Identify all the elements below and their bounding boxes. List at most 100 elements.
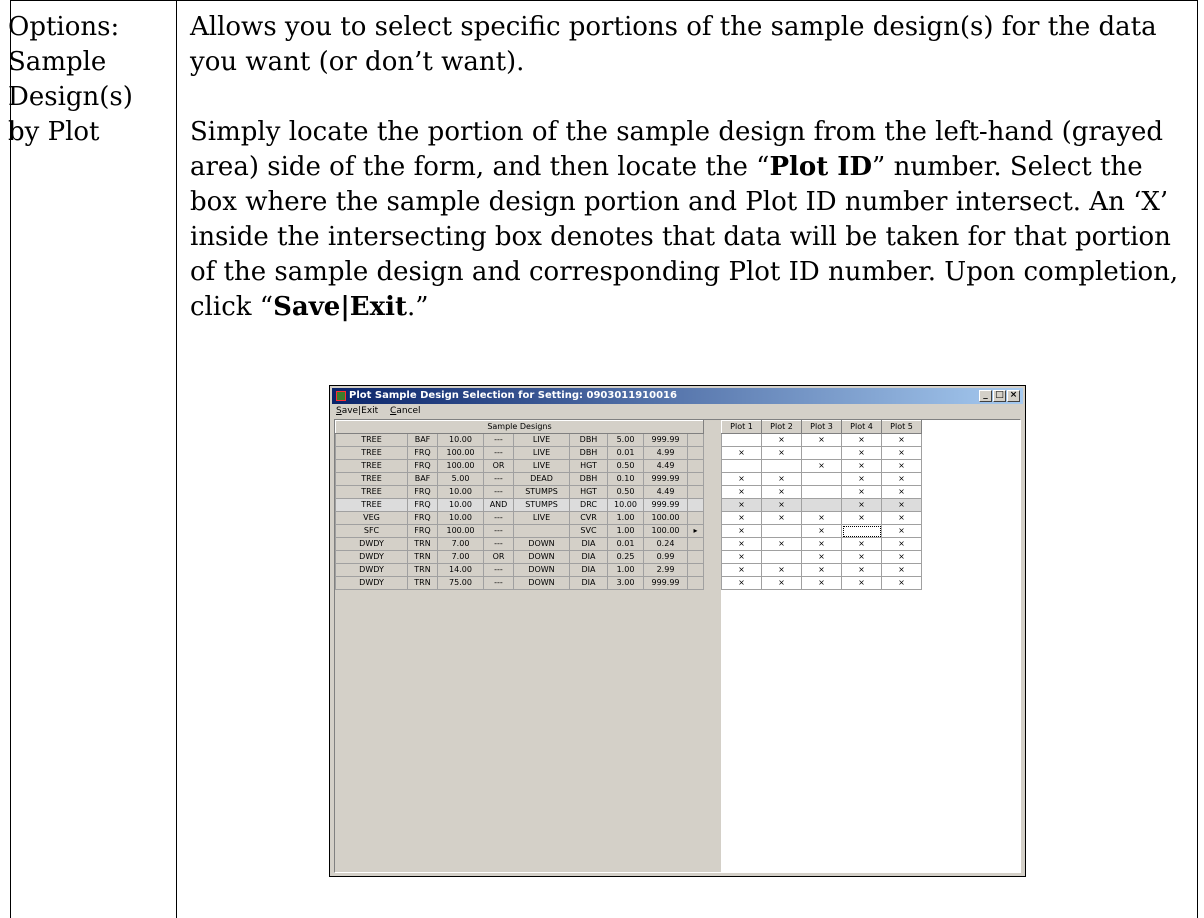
sample-design-cell: 0.24 — [643, 537, 688, 551]
plot-selection-checkbox[interactable]: × — [841, 576, 882, 590]
plot-selection-checkbox[interactable]: × — [801, 576, 842, 590]
plot-selection-checkbox[interactable]: × — [841, 485, 882, 499]
plot-selection-checkbox[interactable]: × — [801, 550, 842, 564]
plot-selection-checkbox[interactable]: × — [801, 433, 842, 447]
plot-selection-checkbox[interactable]: × — [841, 459, 882, 473]
sample-design-row[interactable]: TREE FRQ 10.00 AND STUMPS DRC 10.00 999.99 — [335, 498, 704, 512]
plot-selection-row: × × × × × — [721, 511, 922, 525]
plot-selection-checkbox[interactable] — [761, 524, 802, 538]
plot-selection-checkbox[interactable]: × — [761, 485, 802, 499]
plot-selection-checkbox[interactable]: × — [761, 446, 802, 460]
sample-design-row[interactable]: SFC FRQ 100.00 --- SVC 1.00 100.00 ▸ — [335, 524, 704, 538]
plot-selection-grid: Plot 1 Plot 2 Plot 3 Plot 4 Plot 5 × × × × × × × × ×… — [721, 420, 1020, 872]
plot-selection-checkbox[interactable]: × — [801, 524, 842, 538]
plot-selection-checkbox[interactable]: × — [881, 537, 922, 551]
plot-selection-checkbox[interactable]: × — [881, 485, 922, 499]
embedded-window-screenshot: Plot Sample Design Selection for Setting… — [329, 385, 1026, 877]
maximize-icon[interactable]: □ — [993, 390, 1006, 402]
close-icon[interactable]: × — [1007, 390, 1020, 402]
sample-design-cell: 7.00 — [437, 550, 484, 564]
plot-selection-checkbox[interactable]: × — [881, 459, 922, 473]
sample-design-cell: 75.00 — [437, 576, 484, 590]
plot-selection-checkbox[interactable]: × — [881, 433, 922, 447]
sample-design-cell: 4.49 — [643, 459, 688, 473]
plot-selection-checkbox[interactable]: × — [721, 446, 762, 460]
plot-selection-checkbox[interactable]: × — [801, 511, 842, 525]
plot-selection-checkbox[interactable]: × — [721, 576, 762, 590]
plot-selection-checkbox[interactable]: × — [761, 563, 802, 577]
plot-selection-checkbox[interactable] — [761, 459, 802, 473]
sample-design-cell: --- — [483, 433, 514, 447]
plot-selection-checkbox[interactable]: × — [881, 511, 922, 525]
plot-selection-checkbox[interactable] — [721, 433, 762, 447]
plot-selection-checkbox[interactable]: × — [721, 485, 762, 499]
plot-selection-checkbox[interactable]: × — [761, 472, 802, 486]
option-label: Options: Sample Design(s) by Plot — [8, 10, 168, 150]
plot-selection-checkbox[interactable] — [801, 485, 842, 499]
sample-design-row[interactable]: DWDY TRN 14.00 --- DOWN DIA 1.00 2.99 — [335, 563, 704, 577]
plot-selection-checkbox[interactable]: × — [761, 511, 802, 525]
sample-design-cell: 100.00 — [643, 524, 688, 538]
plot-selection-checkbox[interactable]: × — [841, 550, 882, 564]
plot-selection-checkbox[interactable]: × — [721, 563, 762, 577]
plot-selection-row: × × × × — [721, 472, 922, 486]
plot-selection-checkbox[interactable]: × — [841, 472, 882, 486]
plot-selection-checkbox[interactable]: × — [761, 433, 802, 447]
plot-selection-checkbox[interactable]: × — [841, 446, 882, 460]
plot-selection-checkbox[interactable]: × — [721, 472, 762, 486]
plot-selection-checkbox[interactable]: × — [881, 550, 922, 564]
plot-selection-checkbox[interactable]: × — [761, 498, 802, 512]
description-paragraph-1: Allows you to select specific portions o… — [190, 12, 1157, 77]
sample-design-row[interactable]: TREE BAF 5.00 --- DEAD DBH 0.10 999.99 — [335, 472, 704, 486]
plot-selection-checkbox[interactable]: × — [881, 563, 922, 577]
plot-selection-checkbox[interactable] — [721, 459, 762, 473]
sample-design-row[interactable]: TREE FRQ 10.00 --- STUMPS HGT 0.50 4.49 — [335, 485, 704, 499]
plot-selection-checkbox[interactable] — [841, 524, 882, 538]
minimize-icon[interactable]: _ — [979, 390, 992, 402]
plot-selection-checkbox[interactable]: × — [801, 459, 842, 473]
sample-design-cell: 0.99 — [643, 550, 688, 564]
sample-design-row[interactable]: DWDY TRN 7.00 OR DOWN DIA 0.25 0.99 — [335, 550, 704, 564]
plot-selection-checkbox[interactable]: × — [721, 511, 762, 525]
plot-selection-checkbox[interactable]: × — [841, 537, 882, 551]
sample-design-row[interactable]: VEG FRQ 10.00 --- LIVE CVR 1.00 100.00 — [335, 511, 704, 525]
sample-design-cell: 100.00 — [643, 511, 688, 525]
plot-selection-checkbox[interactable]: × — [801, 563, 842, 577]
plot-selection-checkbox[interactable] — [801, 446, 842, 460]
plot-selection-checkbox[interactable]: × — [881, 446, 922, 460]
plot-selection-checkbox[interactable]: × — [881, 576, 922, 590]
sample-design-row[interactable]: DWDY TRN 75.00 --- DOWN DIA 3.00 999.99 — [335, 576, 704, 590]
plot-selection-checkbox[interactable]: × — [761, 576, 802, 590]
menu-save-exit[interactable]: Save|Exit — [336, 406, 378, 416]
plot-selection-checkbox[interactable] — [801, 498, 842, 512]
sample-design-cell: DWDY — [335, 563, 408, 577]
plot-selection-checkbox[interactable]: × — [801, 537, 842, 551]
menu-cancel[interactable]: Cancel — [390, 406, 421, 416]
plot-selection-checkbox[interactable]: × — [881, 524, 922, 538]
sample-design-cell: VEG — [335, 511, 408, 525]
plot-selection-checkbox[interactable]: × — [721, 537, 762, 551]
plot-selection-checkbox[interactable]: × — [721, 524, 762, 538]
sample-design-row[interactable]: TREE FRQ 100.00 OR LIVE HGT 0.50 4.49 — [335, 459, 704, 473]
plot-selection-checkbox[interactable]: × — [841, 433, 882, 447]
sample-design-row[interactable]: DWDY TRN 7.00 --- DOWN DIA 0.01 0.24 — [335, 537, 704, 551]
sample-design-row[interactable]: TREE FRQ 100.00 --- LIVE DBH 0.01 4.99 — [335, 446, 704, 460]
sample-design-cell: FRQ — [407, 459, 438, 473]
plot-selection-checkbox[interactable]: × — [881, 472, 922, 486]
plot-selection-checkbox[interactable]: × — [841, 511, 882, 525]
sample-design-cell: 4.99 — [643, 446, 688, 460]
plot-selection-checkbox[interactable] — [801, 472, 842, 486]
plot-selection-checkbox[interactable]: × — [841, 563, 882, 577]
sample-design-cell: 0.01 — [607, 537, 644, 551]
window-controls: _ □ × — [979, 390, 1020, 402]
plot-selection-checkbox[interactable]: × — [841, 498, 882, 512]
save-exit-term: Save|Exit — [273, 292, 408, 322]
plot-selection-checkbox[interactable]: × — [761, 537, 802, 551]
plot-selection-checkbox[interactable] — [761, 550, 802, 564]
plot-selection-checkbox[interactable]: × — [721, 498, 762, 512]
sample-design-row[interactable]: TREE BAF 10.00 --- LIVE DBH 5.00 999.99 — [335, 433, 704, 447]
plot-selection-checkbox[interactable]: × — [881, 498, 922, 512]
plot-selection-table: Plot 1 Plot 2 Plot 3 Plot 4 Plot 5 × × × × × × × × ×… — [721, 420, 922, 590]
plot-selection-checkbox[interactable]: × — [721, 550, 762, 564]
sample-design-cell: AND — [483, 498, 514, 512]
